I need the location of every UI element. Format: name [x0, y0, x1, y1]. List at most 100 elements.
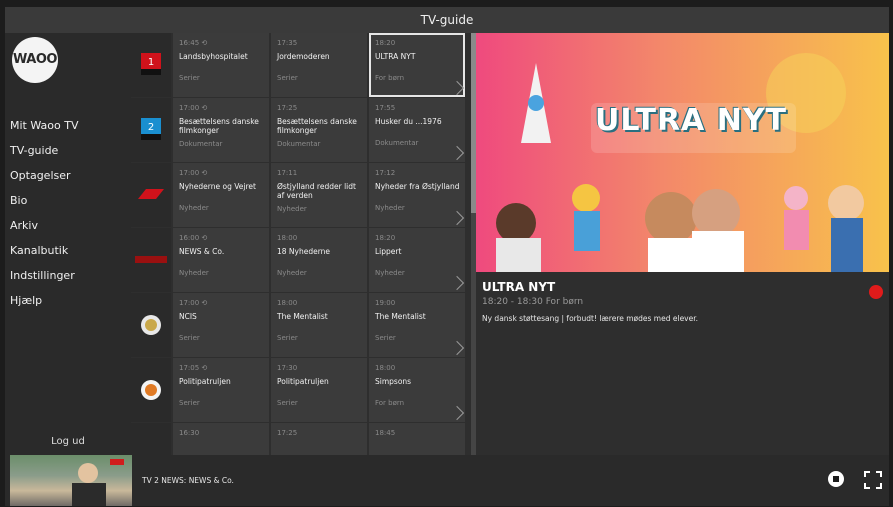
program-cell[interactable]: 16:45 ⟲ Landsbyhospitalet Serier	[173, 33, 269, 97]
program-cell[interactable]: 16:30	[173, 423, 269, 455]
program-cell[interactable]: 17:11 Østjylland redder lidt af verden Nyh…	[271, 163, 367, 227]
program-time: 18:20	[375, 234, 396, 242]
tv2news-logo-icon	[135, 256, 167, 263]
more-arrow-icon	[449, 340, 465, 356]
stop-button[interactable]	[828, 471, 844, 487]
sidebar-item-bio[interactable]: Bio	[10, 188, 78, 213]
sidebar-item-mit-waoo-tv[interactable]: Mit Waoo TV	[10, 113, 78, 138]
channel-logo[interactable]: 2	[131, 98, 171, 162]
program-hero-image: ULTRA NYT	[476, 33, 889, 272]
channel-row: 16:30 17:25 18:45	[131, 423, 471, 455]
logout-button[interactable]: Log ud	[5, 436, 131, 447]
waoo-logo[interactable]: WAOO	[12, 37, 58, 83]
player-bar: TV 2 NEWS: NEWS & Co.	[5, 455, 889, 506]
program-time: 17:00 ⟲	[179, 299, 208, 307]
program-category: Nyheder	[375, 269, 405, 277]
program-title: Husker du ...1976	[375, 117, 442, 126]
channel-row: 1 16:45 ⟲ Landsbyhospitalet Serier 17:35 Jord…	[131, 33, 471, 97]
program-time: 18:00	[375, 364, 396, 372]
program-time: 17:25	[277, 104, 298, 112]
program-category: Serier	[277, 74, 298, 82]
channel-logo[interactable]	[131, 358, 171, 422]
program-time: 17:12	[375, 169, 396, 177]
stop-icon	[833, 476, 839, 482]
program-time: 17:05 ⟲	[179, 364, 208, 372]
program-time: 17:30	[277, 364, 298, 372]
program-time: 18:00	[277, 299, 298, 307]
program-category: Serier	[277, 334, 298, 342]
program-cell[interactable]: 18:45	[369, 423, 465, 455]
channel-row: 17:00 ⟲ NCIS Serier 18:00 The Mentalist Serie…	[131, 293, 471, 357]
more-arrow-icon	[449, 80, 465, 96]
channel-logo[interactable]: 1	[131, 33, 171, 97]
program-cell[interactable]: 19:00 The Mentalist Serier	[369, 293, 465, 357]
program-cell[interactable]: 17:25	[271, 423, 367, 455]
program-time: 17:11	[277, 169, 298, 177]
svg-text:2: 2	[148, 122, 154, 133]
app-frame: TV-guide WAOO Mit Waoo TV TV-guide Optag…	[5, 7, 889, 506]
program-cell[interactable]: 18:20 ULTRA NYT For børn	[369, 33, 465, 97]
program-category: For børn	[375, 74, 405, 82]
sidebar-item-arkiv[interactable]: Arkiv	[10, 213, 78, 238]
program-title: Nyheder fra Østjylland	[375, 182, 460, 191]
channel-logo[interactable]	[131, 228, 171, 292]
more-arrow-icon	[449, 210, 465, 226]
program-title: Politipatruljen	[179, 377, 231, 386]
program-cell[interactable]: 18:20 Lippert Nyheder	[369, 228, 465, 292]
program-time: 17:35	[277, 39, 298, 47]
sidebar-item-tv-guide[interactable]: TV-guide	[10, 138, 78, 163]
program-title: NEWS & Co.	[179, 247, 225, 256]
channel-logo[interactable]	[131, 163, 171, 227]
program-cell[interactable]: 16:00 ⟲ NEWS & Co. Nyheder	[173, 228, 269, 292]
sidebar: WAOO Mit Waoo TV TV-guide Optagelser Bio…	[5, 33, 131, 455]
program-cell[interactable]: 17:55 Husker du ...1976 Dokumentar	[369, 98, 465, 162]
program-cell[interactable]: 17:05 ⟲ Politipatruljen Serier	[173, 358, 269, 422]
program-time: 17:00 ⟲	[179, 104, 208, 112]
kanal5-logo-icon	[141, 315, 161, 335]
program-cell[interactable]: 17:12 Nyheder fra Østjylland Nyheder	[369, 163, 465, 227]
program-cell[interactable]: 18:00 Simpsons For børn	[369, 358, 465, 422]
program-time: 18:00	[277, 234, 298, 242]
more-arrow-icon	[449, 275, 465, 291]
program-cell[interactable]: 17:30 Politipatruljen Serier	[271, 358, 367, 422]
detail-time-category: 18:20 - 18:30 For børn	[482, 297, 584, 307]
sidebar-item-optagelser[interactable]: Optagelser	[10, 163, 78, 188]
program-cell[interactable]: 17:25 Besættelsens danske filmkonger Dokum…	[271, 98, 367, 162]
sidebar-item-hjaelp[interactable]: Hjælp	[10, 288, 78, 313]
svg-text:1: 1	[148, 57, 154, 68]
program-grid: 1 16:45 ⟲ Landsbyhospitalet Serier 17:35 Jord…	[131, 33, 471, 455]
more-arrow-icon	[449, 145, 465, 161]
program-title: Nyhederne og Vejret	[179, 182, 256, 191]
program-title: 18 Nyhederne	[277, 247, 331, 256]
sidebar-nav: Mit Waoo TV TV-guide Optagelser Bio Arki…	[10, 113, 78, 313]
program-category: Serier	[179, 334, 200, 342]
channel-logo[interactable]	[131, 423, 171, 455]
program-category: Serier	[375, 334, 396, 342]
program-time: 16:45 ⟲	[179, 39, 208, 47]
fullscreen-icon[interactable]	[864, 471, 882, 489]
sidebar-item-indstillinger[interactable]: Indstillinger	[10, 263, 78, 288]
channel-row: 16:00 ⟲ NEWS & Co. Nyheder 18:00 18 Nyhedern…	[131, 228, 471, 292]
channel-logo[interactable]	[131, 293, 171, 357]
program-cell[interactable]: 17:00 ⟲ NCIS Serier	[173, 293, 269, 357]
record-button[interactable]	[869, 285, 883, 299]
program-cell[interactable]: 17:35 Jordemoderen Serier	[271, 33, 367, 97]
hero-illustration	[496, 53, 864, 272]
live-thumbnail[interactable]	[10, 455, 132, 506]
detail-description: Ny dansk støttesang | forbudt! lærere mø…	[482, 314, 699, 323]
program-title: Besættelsens danske filmkonger	[277, 117, 357, 135]
program-cell[interactable]: 18:00 18 Nyhederne Nyheder	[271, 228, 367, 292]
program-time: 18:45	[375, 429, 396, 437]
program-category: Dokumentar	[277, 140, 321, 148]
program-time: 17:55	[375, 104, 396, 112]
program-category: Serier	[179, 74, 200, 82]
program-time: 19:00	[375, 299, 396, 307]
program-time: 17:25	[277, 429, 298, 437]
program-cell[interactable]: 18:00 The Mentalist Serier	[271, 293, 367, 357]
program-cell[interactable]: 17:00 ⟲ Besættelsens danske filmkonger Dok…	[173, 98, 269, 162]
dr2-logo-icon: 2	[141, 118, 161, 140]
sidebar-item-kanalbutik[interactable]: Kanalbutik	[10, 238, 78, 263]
program-time: 16:30	[179, 429, 200, 437]
program-cell[interactable]: 17:00 ⟲ Nyhederne og Vejret Nyheder	[173, 163, 269, 227]
channel-row: 2 17:00 ⟲ Besættelsens danske filmkonger Do…	[131, 98, 471, 162]
